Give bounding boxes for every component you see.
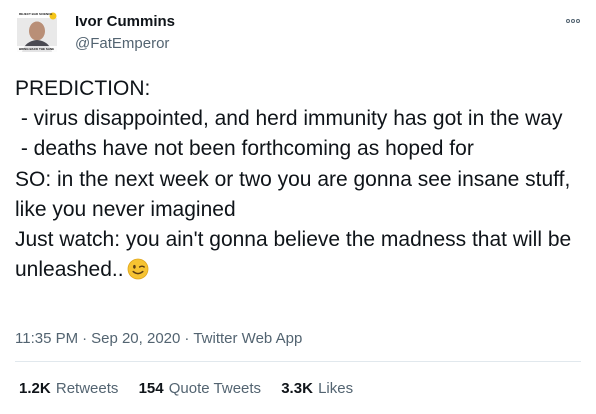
avatar-banner-top: REJECT BAD SCIENCE xyxy=(19,12,53,16)
more-dot xyxy=(571,19,575,23)
tweet-card: REJECT BAD SCIENCE BRING BACK THE SANE I… xyxy=(0,0,596,414)
engagement-stats: 1.2K Retweets 154 Quote Tweets 3.3K Like… xyxy=(19,380,353,398)
retweets-count: 1.2K xyxy=(19,380,51,397)
retweets-stat[interactable]: 1.2K Retweets xyxy=(19,380,118,398)
avatar-image xyxy=(17,12,57,52)
display-name[interactable]: Ivor Cummins xyxy=(75,13,175,31)
retweets-label: Retweets xyxy=(55,380,119,397)
meta-separator: · xyxy=(82,330,88,347)
divider xyxy=(15,361,581,362)
tweet-time[interactable]: 11:35 PM xyxy=(15,330,78,347)
tweet-line-1: PREDICTION: xyxy=(15,77,151,100)
tweet-line-5: Just watch: you ain't gonna believe the … xyxy=(15,228,578,282)
quote-tweets-stat[interactable]: 154 Quote Tweets xyxy=(139,380,261,398)
winking-face-icon xyxy=(127,258,148,280)
winking-face-emoji xyxy=(127,258,149,280)
tweet-meta: 11:35 PM · Sep 20, 2020 · Twitter Web App xyxy=(15,330,302,348)
quote-tweets-count: 154 xyxy=(138,380,164,397)
more-dot xyxy=(566,19,570,23)
tweet-line-4: SO: in the next week or two you are gonn… xyxy=(15,167,577,221)
more-options-icon[interactable] xyxy=(562,14,584,28)
tweet-line-2: - virus disappointed, and herd immunity … xyxy=(15,107,563,131)
tweet-source[interactable]: Twitter Web App xyxy=(193,330,302,347)
meta-separator: · xyxy=(184,330,190,347)
avatar-banner-bottom: BRING BACK THE SANE xyxy=(19,47,55,51)
more-dot xyxy=(576,19,580,23)
quote-tweets-label: Quote Tweets xyxy=(168,380,262,397)
avatar[interactable]: REJECT BAD SCIENCE BRING BACK THE SANE xyxy=(17,12,57,52)
user-handle[interactable]: @FatEmperor xyxy=(75,35,169,53)
tweet-text: PREDICTION: - virus disappointed, and he… xyxy=(15,74,581,285)
likes-count: 3.3K xyxy=(281,380,313,397)
likes-label: Likes xyxy=(318,380,354,397)
tweet-date[interactable]: Sep 20, 2020 xyxy=(91,330,180,347)
tweet-line-3: - deaths have not been forthcoming as ho… xyxy=(15,137,474,161)
likes-stat[interactable]: 3.3K Likes xyxy=(281,380,353,398)
